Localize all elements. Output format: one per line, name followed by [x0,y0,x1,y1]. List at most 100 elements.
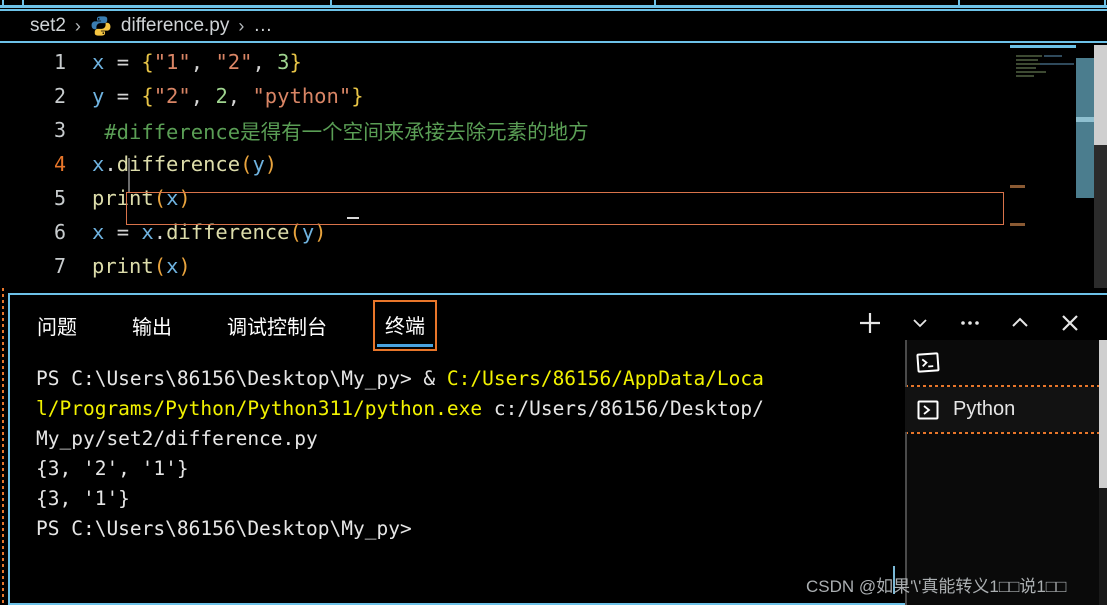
terminal-list-scrollbar-track[interactable] [1099,488,1107,605]
code-token: "2" [153,84,191,108]
line-number: 5 [53,186,66,210]
terminal-line: l/Programs/Python/Python311/python.exe c… [36,394,890,424]
code-text: x = x.difference(y) [92,220,327,244]
code-token: print [92,186,154,210]
code-line[interactable]: 3 #difference是得有一个空间来承接去除元素的地方 [0,113,1010,147]
code-token: x [166,186,179,210]
panel-tab-list: 问题 输出 调试控制台 终端 [0,296,860,354]
watermark-text: CSDN @如果'\'真能转义1□□说1□□ [806,577,1067,596]
tabstrip-tick [330,0,332,8]
terminal-list-item-python-label: Python [953,398,1016,420]
code-text: x = {"1", "2", 3} [92,50,302,74]
code-token: "1" [153,50,191,74]
tab-debug-console-label: 调试控制台 [227,316,327,339]
tab-problems-label: 问题 [37,316,77,339]
tabstrip-tick [2,0,4,8]
code-text: #difference是得有一个空间来承接去除元素的地方 [92,115,589,145]
tab-terminal[interactable]: 终端 [373,299,437,351]
code-editor[interactable]: 1x = {"1", "2", 3} 2 y = {"2", 2, "python"… [0,45,1107,288]
terminal-list-item-python[interactable]: Python [905,387,1107,432]
breadcrumb-item-file[interactable]: difference.py [121,15,229,37]
code-token: ) [178,254,191,278]
tabstrip-tick [958,0,960,8]
terminal-text: PS C:\Users\86156\Desktop\My_py> [36,517,412,540]
code-lines[interactable]: 1x = {"1", "2", 3} 2 y = {"2", 2, "python"… [0,45,1010,288]
code-token: ( [289,220,302,244]
editor-scrollbar-marker [1076,117,1094,122]
code-token: x [92,50,105,74]
editor-scrollbar-slider[interactable] [1076,58,1094,198]
breadcrumb-item-folder[interactable]: set2 [30,15,66,37]
tab-terminal-active-underline [377,343,433,347]
code-token: , [190,84,204,108]
bottom-panel: 问题 输出 调试控制台 终端 PS C:\Users\86156\Desktop… [0,288,1107,605]
breadcrumb-bar: set2 › difference.py › … [0,9,1107,43]
code-token: ( [240,152,253,176]
close-icon[interactable] [1055,308,1085,338]
tabstrip-focus-line [0,5,1107,8]
code-token: ) [264,152,278,176]
ellipsis-icon[interactable] [955,308,985,338]
code-token: . [153,220,167,244]
vscode-window: set2 › difference.py › … 1 x = {"1", "2",… [0,0,1107,605]
terminal-text: C:/Users/86156/AppData/Loca [446,367,764,390]
code-token: = [116,84,130,108]
code-token: } [289,50,302,74]
window-scrollbar-track[interactable] [1094,145,1107,288]
code-token: #difference是得有一个空间来承接去除元素的地方 [92,120,589,144]
tab-debug-console[interactable]: 调试控制台 [223,305,331,346]
code-token: , [190,50,204,74]
tabstrip-tick [1104,0,1106,8]
terminal-output[interactable]: PS C:\Users\86156\Desktop\My_py> & C:/Us… [0,354,890,605]
code-line[interactable]: 6 x = x.difference(y) [0,215,1010,249]
chevron-up-icon[interactable] [1005,308,1035,338]
terminal-text: l/Programs/Python/Python311/python.exe [36,397,483,420]
text-cursor [347,217,359,219]
chevron-down-icon[interactable] [905,308,935,338]
code-token: { [141,50,154,74]
code-token: x [141,220,154,244]
terminal-text: PS C:\Users\86156\Desktop\My_py> & [36,367,447,390]
tab-terminal-label: 终端 [385,315,425,338]
editor-minimap[interactable] [1010,45,1076,288]
panel-top-border [8,293,1107,295]
code-token: x [166,254,179,278]
code-text: print(x) [92,254,191,278]
breadcrumb-item-symbol[interactable]: … [253,15,273,37]
code-token: } [351,84,364,108]
code-token: difference [166,220,290,244]
terminal-list-item-powershell[interactable] [905,340,1107,385]
code-token: ( [153,254,167,278]
plus-icon[interactable] [855,308,885,338]
code-token: ) [178,186,191,210]
line-number: 6 [53,220,66,244]
terminal-line: {3, '1'} [36,484,890,514]
chevron-right-icon: › [238,15,245,36]
code-line[interactable]: 1 x = {"1", "2", 3} [0,45,1010,79]
code-token: = [116,220,130,244]
code-text: print(x) [92,186,191,210]
tab-problems[interactable]: 问题 [33,305,81,346]
breadcrumb: set2 › difference.py › … [0,11,1107,41]
tab-output-label: 输出 [132,316,172,339]
line-number: 2 [53,84,66,108]
code-token: = [116,50,130,74]
window-scrollbar-slider[interactable] [1094,45,1107,145]
code-token: 3 [277,50,290,74]
code-line[interactable]: 7 print(x) [0,249,1010,283]
terminal-text: My_py/set2/difference.py [36,427,318,450]
code-token: , [252,50,265,74]
tab-output[interactable]: 输出 [128,305,176,346]
code-line[interactable]: 2y = {"2", 2, "python"} [0,79,1010,113]
code-line[interactable]: 4 x.difference(y) [0,147,1010,181]
code-token: ) [314,220,327,244]
terminal-list-divider [905,432,1107,434]
line-number: 1 [53,50,66,74]
terminal-text: {3, '2', '1'} [36,457,189,480]
code-line[interactable]: 5 print(x) [0,181,1010,215]
code-token: "2" [215,50,253,74]
